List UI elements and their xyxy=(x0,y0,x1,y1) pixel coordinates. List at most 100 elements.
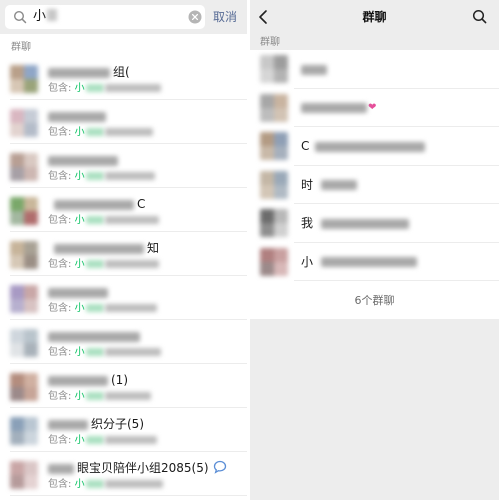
redacted-text xyxy=(54,243,144,254)
group-name xyxy=(301,62,327,76)
result-match: 包含: 小 xyxy=(48,303,157,315)
cancel-button[interactable]: 取消 xyxy=(213,9,237,25)
redacted-text xyxy=(104,304,157,312)
group-list: ❤ C 时我小 6个群聊 xyxy=(250,50,499,319)
redacted-text xyxy=(85,172,104,180)
group-name: 时 xyxy=(301,178,358,192)
redacted-text xyxy=(48,331,140,342)
search-query: 小 xyxy=(33,9,58,25)
redacted-text xyxy=(321,257,418,267)
redacted-text xyxy=(85,392,104,400)
avatar xyxy=(260,209,288,237)
redacted-text xyxy=(104,172,155,180)
result-row[interactable]: 包含: 小 xyxy=(0,320,247,364)
redacted-text xyxy=(85,304,104,312)
avatar xyxy=(10,65,38,93)
search-input[interactable]: 小 xyxy=(5,5,205,29)
avatar xyxy=(10,109,38,137)
result-match: 包含: 小 xyxy=(48,215,159,227)
result-title xyxy=(48,153,121,167)
avatar xyxy=(260,247,288,276)
avatar xyxy=(10,197,38,225)
result-row[interactable]: (1) 包含: 小 xyxy=(0,364,247,408)
redacted-text xyxy=(48,287,108,298)
redacted-text xyxy=(321,218,410,229)
group-row[interactable]: 时 xyxy=(250,166,499,204)
redacted-text xyxy=(104,84,161,92)
redacted-text xyxy=(48,67,110,78)
result-match: 包含: 小 xyxy=(48,391,151,403)
avatar xyxy=(10,241,38,269)
group-list-screen: 群聊 群聊 ❤ C 时我小 6个群聊 xyxy=(250,0,499,500)
redacted-text xyxy=(48,155,118,166)
redacted-text xyxy=(104,128,153,136)
redacted-text xyxy=(104,392,151,400)
result-title: 眼宝贝陪伴小组2085(5) xyxy=(48,461,209,475)
result-title: 组( xyxy=(48,65,130,79)
avatar xyxy=(260,55,288,83)
search-results-screen: 小 取消 群聊 组(包含: 小包含: 小包含: 小 C 包含: 小知包含: 小包含:… xyxy=(0,0,247,500)
avatar xyxy=(260,170,288,199)
avatar xyxy=(260,93,288,122)
section-label: 群聊 xyxy=(11,42,31,53)
group-row[interactable]: C xyxy=(250,127,499,166)
avatar xyxy=(10,153,38,181)
result-title: C xyxy=(48,197,145,211)
result-match: 包含: 小 xyxy=(48,127,153,139)
result-row[interactable]: 组( 包含: 小 xyxy=(0,56,247,100)
group-row[interactable]: ❤ xyxy=(250,89,499,127)
clear-icon[interactable] xyxy=(188,10,202,24)
redacted-text xyxy=(85,348,104,356)
group-count-row: 6个群聊 xyxy=(250,281,499,319)
avatar xyxy=(260,132,288,160)
result-row[interactable]: 包含: 小 xyxy=(0,100,247,144)
group-name: 我 xyxy=(301,216,410,230)
result-title: 织分子(5) xyxy=(48,417,144,431)
result-row[interactable]: 包含: 小 xyxy=(0,144,247,188)
search-bar: 小 取消 xyxy=(0,0,247,34)
redacted-text xyxy=(48,463,74,474)
group-name: 小 xyxy=(301,255,418,269)
result-row[interactable]: 知包含: 小 xyxy=(0,232,247,276)
redacted-text xyxy=(104,480,163,488)
redacted-text xyxy=(301,103,367,113)
row-divider xyxy=(10,495,247,496)
redacted-text xyxy=(85,436,104,444)
nav-bar: 群聊 xyxy=(250,0,499,34)
avatar xyxy=(10,285,38,313)
result-title: 知 xyxy=(48,241,159,255)
page-title: 群聊 xyxy=(362,10,387,24)
redacted-text xyxy=(104,216,159,224)
redacted-text xyxy=(48,111,106,122)
result-row[interactable]: 包含: 小 xyxy=(0,276,247,320)
redacted-text xyxy=(48,375,108,386)
redacted-text xyxy=(85,84,104,92)
result-match: 包含: 小 xyxy=(48,479,163,491)
result-match: 包含: 小 xyxy=(48,171,155,183)
redacted-text xyxy=(85,128,104,136)
result-title xyxy=(48,329,143,343)
redacted-text xyxy=(301,64,327,75)
result-match: 包含: 小 xyxy=(48,83,161,95)
redacted-text xyxy=(48,419,88,430)
redacted-text xyxy=(315,141,426,152)
search-icon xyxy=(13,10,27,24)
result-row[interactable]: 眼宝贝陪伴小组2085(5) 包含: 小 xyxy=(0,452,247,496)
result-list: 组(包含: 小包含: 小包含: 小 C 包含: 小知包含: 小包含: 小包含: 小(… xyxy=(0,56,247,496)
section-label: 群聊 xyxy=(260,37,280,48)
redacted-text xyxy=(321,180,358,190)
result-row[interactable]: 织分子(5) 包含: 小 xyxy=(0,408,247,452)
search-icon[interactable] xyxy=(472,9,487,24)
redacted-text xyxy=(85,480,104,488)
result-row[interactable]: C 包含: 小 xyxy=(0,188,247,232)
result-match: 包含: 小 xyxy=(48,435,157,447)
result-match: 包含: 小 xyxy=(48,347,161,359)
redacted-text xyxy=(85,260,104,268)
group-row[interactable]: 小 xyxy=(250,243,499,281)
chat-bubble-icon xyxy=(213,460,227,474)
result-match: 包含: 小 xyxy=(48,259,159,271)
group-row[interactable]: 我 xyxy=(250,204,499,243)
result-title: (1) xyxy=(48,373,128,387)
group-row[interactable] xyxy=(250,50,499,89)
avatar xyxy=(10,461,38,489)
